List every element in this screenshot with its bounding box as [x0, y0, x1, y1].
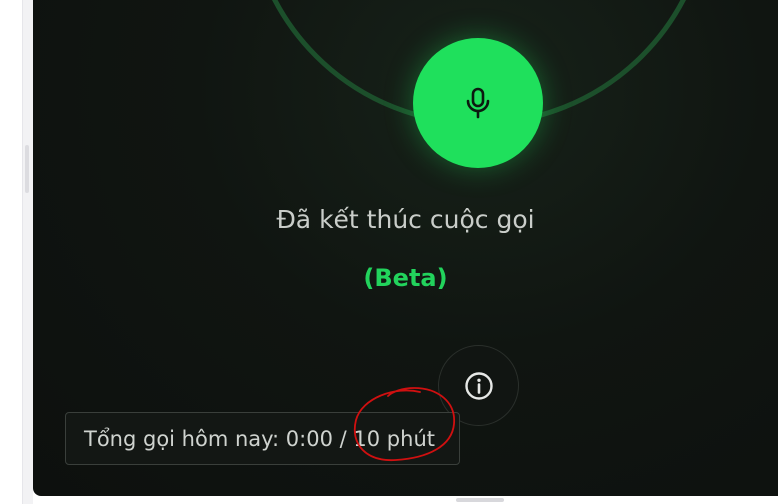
bottom-grip[interactable] — [456, 498, 504, 502]
resize-handle[interactable] — [25, 145, 29, 193]
info-icon — [464, 371, 493, 400]
usage-separator: / — [332, 426, 354, 451]
microphone-button[interactable] — [413, 38, 543, 168]
daily-usage-box: Tổng gọi hôm nay: 0:00 / 10 phút — [65, 412, 460, 465]
left-gutter — [0, 0, 22, 504]
left-scroll-rail — [22, 0, 33, 504]
beta-badge: (Beta) — [363, 264, 448, 292]
usage-limit: 10 phút — [353, 426, 435, 451]
voice-call-panel: Đã kết thúc cuộc gọi (Beta) Tổng gọi hôm… — [33, 0, 778, 496]
microphone-icon — [466, 87, 490, 119]
usage-used: 0:00 — [285, 426, 333, 451]
call-status-text: Đã kết thúc cuộc gọi — [276, 205, 535, 234]
usage-prefix: Tổng gọi hôm nay: — [84, 426, 286, 451]
